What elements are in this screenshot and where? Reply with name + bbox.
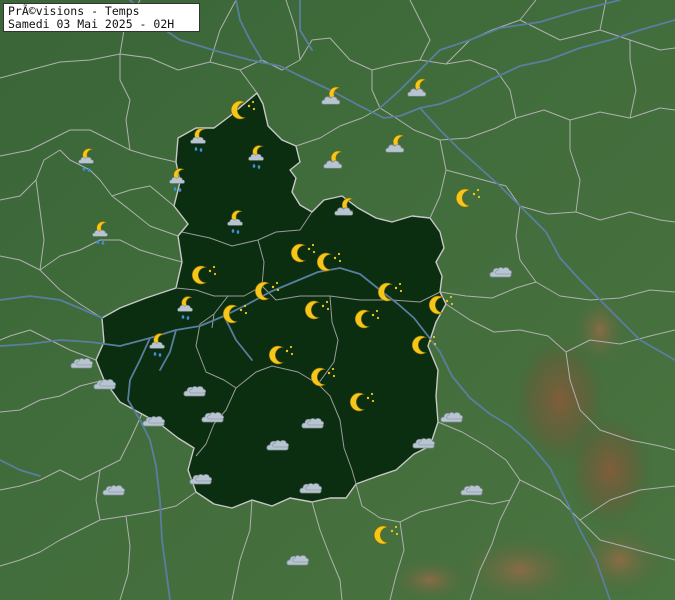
moon-rain-icon (172, 294, 202, 328)
cloud-icon (299, 475, 329, 509)
moon-stars-icon (315, 248, 345, 282)
moon-rain-icon (73, 146, 103, 180)
rain-drops-icon (181, 315, 190, 320)
stars-icon (239, 304, 248, 315)
cloud-icon (169, 177, 185, 184)
moon-stars-icon (303, 296, 333, 330)
moon-rain-icon (243, 143, 273, 177)
stars-icon (307, 243, 316, 254)
cloud-icon (266, 432, 296, 466)
cloud-icon (248, 154, 264, 161)
moon-icon (455, 188, 472, 208)
rain-drops-icon (153, 352, 162, 357)
moon-icon (254, 281, 271, 301)
stars-icon (390, 525, 399, 536)
cloud-icon (385, 144, 405, 153)
rain-drops-icon (82, 167, 91, 172)
rain-drops-icon (194, 147, 203, 152)
moon-icon (349, 392, 366, 412)
cloud-icon (93, 371, 123, 405)
moon-stars-icon (372, 521, 402, 555)
moon-rain-icon (144, 331, 174, 365)
cloud-icon (286, 547, 316, 581)
cloud-icon (201, 404, 231, 438)
moon-icon (310, 367, 327, 387)
moon-stars-icon (410, 331, 440, 365)
stars-icon (208, 265, 217, 276)
cloud-icon (323, 160, 343, 169)
cloud-icon (321, 96, 341, 105)
stars-icon (247, 100, 256, 111)
moon-icon (290, 243, 307, 263)
moon-stars-icon (309, 363, 339, 397)
moon-icon (377, 282, 394, 302)
rain-drops-icon (252, 164, 261, 169)
stars-icon (321, 300, 330, 311)
cloud-icon (412, 430, 442, 464)
moon-icon (428, 295, 445, 315)
cloud-icon (334, 207, 354, 216)
moon-cloud-icon (321, 148, 351, 182)
moon-stars-icon (221, 300, 251, 334)
moon-rain-icon (164, 166, 194, 200)
moon-icon (268, 345, 285, 365)
moon-stars-icon (353, 305, 383, 339)
rain-drops-icon (173, 187, 182, 192)
moon-stars-icon (454, 184, 484, 218)
moon-stars-icon (348, 388, 378, 422)
weather-map: PrÃ©visions - Temps Samedi 03 Mai 2025 -… (0, 0, 675, 600)
date-line: Samedi 03 Mai 2025 - 02H (8, 17, 175, 31)
moon-icon (304, 300, 321, 320)
cloud-icon (92, 230, 108, 237)
cloud-icon (460, 477, 490, 511)
cloud-icon (190, 137, 206, 144)
relief-area (570, 520, 670, 600)
cloud-icon (489, 259, 519, 293)
relief-area (570, 290, 630, 370)
cloud-icon (189, 466, 219, 500)
cloud-icon (102, 477, 132, 511)
stars-icon (327, 367, 336, 378)
moon-rain-icon (185, 126, 215, 160)
cloud-icon (407, 88, 427, 97)
stars-icon (394, 282, 403, 293)
map-title-box: PrÃ©visions - Temps Samedi 03 Mai 2025 -… (3, 3, 200, 32)
stars-icon (428, 335, 437, 346)
cloud-icon (227, 219, 243, 226)
moon-stars-icon (253, 277, 283, 311)
moon-rain-icon (87, 219, 117, 253)
cloud-icon (149, 342, 165, 349)
moon-stars-icon (190, 261, 220, 295)
moon-icon (230, 100, 247, 120)
cloud-icon (177, 305, 193, 312)
stars-icon (445, 295, 454, 306)
stars-icon (472, 188, 481, 199)
moon-cloud-icon (383, 132, 413, 166)
moon-stars-icon (427, 291, 457, 325)
rain-drops-icon (96, 240, 105, 245)
relief-area (565, 410, 655, 530)
stars-icon (371, 309, 380, 320)
cloud-icon (301, 410, 331, 444)
moon-icon (222, 304, 239, 324)
moon-icon (411, 335, 428, 355)
moon-stars-icon (229, 96, 259, 130)
stars-icon (366, 392, 375, 403)
stars-icon (271, 281, 280, 292)
moon-icon (354, 309, 371, 329)
rain-drops-icon (231, 229, 240, 234)
moon-stars-icon (267, 341, 297, 375)
moon-cloud-icon (332, 195, 362, 229)
stars-icon (285, 345, 294, 356)
moon-cloud-icon (319, 84, 349, 118)
moon-icon (191, 265, 208, 285)
moon-icon (373, 525, 390, 545)
moon-icon (316, 252, 333, 272)
stars-icon (333, 252, 342, 263)
moon-cloud-icon (405, 76, 435, 110)
cloud-icon (440, 404, 470, 438)
cloud-icon (142, 408, 172, 442)
cloud-icon (78, 157, 94, 164)
moon-rain-icon (222, 208, 252, 242)
